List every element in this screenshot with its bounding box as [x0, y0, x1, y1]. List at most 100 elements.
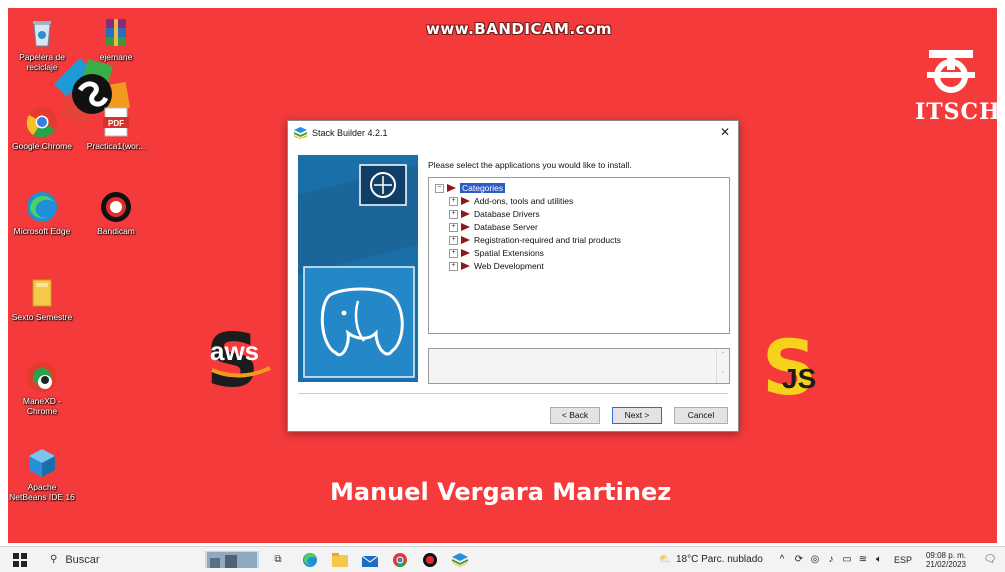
desktop-icon-bandicam[interactable]: Bandicam: [82, 190, 150, 236]
category-arrow-icon: [461, 262, 470, 270]
desktop-icon-pdf-document[interactable]: PDF Practica1(wor...: [82, 105, 150, 151]
recycle-bin-icon: [25, 16, 59, 50]
tree-item-label[interactable]: Spatial Extensions: [474, 248, 544, 258]
itsch-gear-icon: [927, 50, 975, 93]
chrome-label: Google Chrome: [11, 141, 72, 151]
desktop-icon-chrome-profile[interactable]: ManeXD - Chrome: [8, 360, 76, 416]
sync-icon[interactable]: ⟳: [792, 551, 806, 568]
description-scrollbar[interactable]: ⌃ ⌄: [716, 349, 729, 383]
expand-icon[interactable]: +: [449, 196, 458, 206]
stack-builder-icon: [294, 127, 307, 139]
tree-item-label[interactable]: Web Development: [474, 261, 544, 271]
aws-text: aws: [210, 336, 259, 366]
netbeans-label: Apache NetBeans IDE 16: [9, 482, 75, 502]
dialog-separator: [298, 393, 728, 394]
close-button[interactable]: ✕: [720, 125, 730, 139]
tree-item[interactable]: + Registration-required and trial produc…: [449, 234, 621, 246]
js-text: JS: [782, 363, 816, 394]
aws-logo: S aws: [200, 318, 290, 404]
collapse-icon[interactable]: −: [435, 183, 444, 193]
news-widget-icon: [207, 551, 257, 568]
author-name: Manuel Vergara Martinez: [330, 478, 672, 506]
bandicam-label: Bandicam: [97, 226, 135, 236]
wifi-icon[interactable]: ≋: [856, 551, 870, 568]
windows-icon: [13, 552, 27, 567]
edge-label: Microsoft Edge: [13, 226, 71, 236]
tree-item-label[interactable]: Database Drivers: [474, 209, 540, 219]
itsch-logo: ITSCH: [915, 44, 997, 125]
weather-icon[interactable]: ⛅: [655, 551, 675, 568]
taskbar-explorer-icon[interactable]: [330, 551, 350, 568]
folder-label: Sexto Semestre: [11, 312, 73, 322]
chrome-profile-label: ManeXD - Chrome: [22, 396, 62, 416]
bandicam-icon: [99, 190, 133, 224]
js-logo: S JS: [760, 323, 840, 412]
expand-icon[interactable]: +: [449, 209, 458, 219]
tree-item[interactable]: + Database Drivers: [449, 208, 540, 220]
itsch-label: ITSCH: [915, 99, 997, 125]
clock[interactable]: 09:08 p. m. 21/02/2023: [920, 550, 972, 569]
category-arrow-icon: [461, 236, 470, 244]
start-button[interactable]: [12, 551, 28, 568]
microphone-icon[interactable]: ♪: [824, 551, 838, 568]
desktop-icon-folder[interactable]: Sexto Semestre: [8, 276, 76, 322]
expand-icon[interactable]: +: [449, 235, 458, 245]
bandicam-watermark: www.BANDICAM.com: [426, 20, 613, 38]
description-box: ⌃ ⌄: [428, 348, 730, 384]
taskbar-chrome-icon[interactable]: [390, 551, 410, 568]
netbeans-icon: [25, 446, 59, 480]
taskbar-bandicam-icon[interactable]: [420, 551, 440, 568]
instruction-text: Please select the applications you would…: [428, 160, 632, 170]
tree-item-label[interactable]: Database Server: [474, 222, 538, 232]
expand-icon[interactable]: +: [449, 261, 458, 271]
svg-text:PDF: PDF: [108, 119, 124, 128]
pdf-icon: PDF: [99, 105, 133, 139]
edge-icon: [25, 190, 59, 224]
clock-time: 09:08 p. m.: [925, 550, 967, 560]
taskbar: ⚲ Buscar ⧉ ⛅ 18°C Parc. nublado ^ ⟳ ◎ ♪ …: [0, 546, 1005, 572]
taskbar-search[interactable]: ⚲ Buscar: [50, 551, 200, 568]
tree-item[interactable]: + Web Development: [449, 260, 544, 272]
next-button[interactable]: Next >: [612, 407, 662, 424]
winrar-icon: [99, 16, 133, 50]
stack-builder-dialog: Stack Builder 4.2.1 ✕ Please select the …: [287, 120, 739, 432]
categories-tree[interactable]: − Categories + Add-ons, tools and utilit…: [428, 177, 730, 334]
task-view-icon[interactable]: ⧉: [268, 551, 288, 568]
tree-item-label[interactable]: Add-ons, tools and utilities: [474, 196, 573, 206]
desktop-icon-netbeans[interactable]: Apache NetBeans IDE 16: [8, 446, 76, 502]
weather-text[interactable]: 18°C Parc. nublado: [676, 551, 772, 568]
chevron-up-icon[interactable]: ^: [776, 551, 788, 568]
expand-icon[interactable]: +: [449, 222, 458, 232]
chrome-profile-icon: [25, 360, 59, 394]
category-arrow-icon: [461, 197, 470, 205]
volume-icon[interactable]: 🔈︎: [872, 551, 886, 568]
category-arrow-icon: [447, 184, 456, 192]
battery-icon[interactable]: ▭: [840, 551, 854, 568]
dialog-titlebar[interactable]: Stack Builder 4.2.1 ✕: [288, 121, 738, 145]
category-arrow-icon: [461, 223, 470, 231]
taskbar-stackbuilder-icon[interactable]: [450, 551, 470, 568]
taskbar-mail-icon[interactable]: [360, 551, 380, 568]
tree-item[interactable]: + Add-ons, tools and utilities: [449, 195, 573, 207]
network-app-icon[interactable]: ◎: [808, 551, 822, 568]
folder-icon: [25, 276, 59, 310]
task-view-thumbnail[interactable]: [205, 551, 259, 568]
postgresql-banner: [298, 155, 418, 382]
tree-root-label[interactable]: Categories: [460, 183, 506, 193]
desktop-icon-microsoft-edge[interactable]: Microsoft Edge: [8, 190, 76, 236]
tree-item-label[interactable]: Registration-required and trial products: [474, 235, 621, 245]
back-button[interactable]: < Back: [550, 407, 600, 424]
cancel-button[interactable]: Cancel: [674, 407, 728, 424]
language-indicator[interactable]: ESP: [890, 551, 916, 568]
taskbar-edge-icon[interactable]: [300, 551, 320, 568]
notifications-icon[interactable]: 🗨︎: [982, 551, 998, 568]
search-label: Buscar: [65, 553, 100, 566]
category-arrow-icon: [461, 249, 470, 257]
expand-icon[interactable]: +: [449, 248, 458, 258]
clock-date: 21/02/2023: [925, 559, 967, 569]
search-icon: ⚲: [50, 554, 58, 565]
tree-item[interactable]: + Spatial Extensions: [449, 247, 544, 259]
dialog-title: Stack Builder 4.2.1: [312, 128, 388, 138]
tree-root-row[interactable]: − Categories: [435, 182, 506, 194]
tree-item[interactable]: + Database Server: [449, 221, 538, 233]
